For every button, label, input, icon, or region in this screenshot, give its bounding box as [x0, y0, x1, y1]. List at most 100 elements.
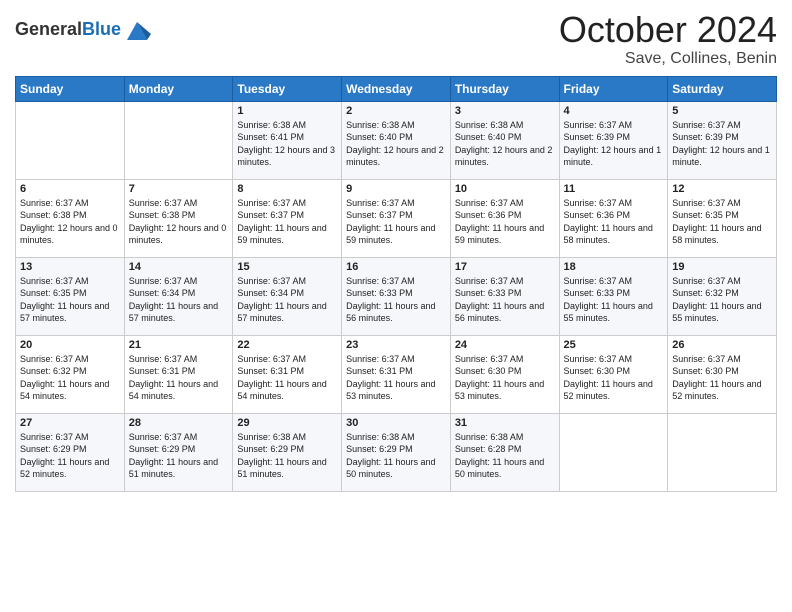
day-number: 2	[346, 105, 446, 117]
sunrise-text: Sunrise: 6:37 AM	[672, 197, 772, 210]
sunset-text: Sunset: 6:29 PM	[346, 443, 446, 456]
sunset-text: Sunset: 6:37 PM	[237, 209, 337, 222]
sunrise-text: Sunrise: 6:37 AM	[564, 119, 664, 132]
sunset-text: Sunset: 6:31 PM	[237, 365, 337, 378]
table-row: 17 Sunrise: 6:37 AMSunset: 6:33 PMDayligh…	[450, 257, 559, 335]
table-row	[124, 101, 233, 179]
table-row: 3 Sunrise: 6:38 AMSunset: 6:40 PMDaylight…	[450, 101, 559, 179]
calendar-week-row: 27Sunrise: 6:37 AMSunset: 6:29 PMDayligh…	[16, 413, 777, 491]
sunrise-text: Sunrise: 6:37 AM	[346, 275, 446, 288]
sunrise-text: Sunrise: 6:37 AM	[564, 275, 664, 288]
day-info: Sunrise: 6:37 AMSunset: 6:31 PMDaylight:…	[129, 353, 229, 403]
sunrise-text: Sunrise: 6:37 AM	[20, 431, 120, 444]
table-row	[559, 413, 668, 491]
header-wednesday: Wednesday	[342, 76, 451, 101]
day-info: Sunrise: 6:37 AMSunset: 6:37 PMDaylight:…	[237, 197, 337, 247]
table-row: 19Sunrise: 6:37 AMSunset: 6:32 PMDayligh…	[668, 257, 777, 335]
day-number: 24	[455, 339, 555, 351]
daylight-text: Daylight: 12 hours and 2 minutes.	[455, 144, 555, 169]
sunset-text: Sunset: 6:39 PM	[564, 131, 664, 144]
sunrise-text: Sunrise: 6:37 AM	[237, 197, 337, 210]
sunset-text: Sunset: 6:31 PM	[129, 365, 229, 378]
sunset-text: Sunset: 6:38 PM	[20, 209, 120, 222]
sunrise-text: Sunrise: 6:38 AM	[455, 119, 555, 132]
sunset-text: Sunset: 6:30 PM	[672, 365, 772, 378]
daylight-text: Daylight: 11 hours and 50 minutes.	[346, 456, 446, 481]
day-info: Sunrise: 6:38 AMSunset: 6:40 PMDaylight:…	[346, 119, 446, 169]
sunset-text: Sunset: 6:34 PM	[129, 287, 229, 300]
calendar-table: Sunday Monday Tuesday Wednesday Thursday…	[15, 76, 777, 492]
sunrise-text: Sunrise: 6:37 AM	[346, 353, 446, 366]
sunrise-text: Sunrise: 6:37 AM	[129, 431, 229, 444]
location-subtitle: Save, Collines, Benin	[559, 50, 777, 68]
day-info: Sunrise: 6:37 AMSunset: 6:33 PMDaylight:…	[455, 275, 555, 325]
day-info: Sunrise: 6:37 AMSunset: 6:39 PMDaylight:…	[672, 119, 772, 169]
daylight-text: Daylight: 11 hours and 59 minutes.	[346, 222, 446, 247]
table-row: 25Sunrise: 6:37 AMSunset: 6:30 PMDayligh…	[559, 335, 668, 413]
day-info: Sunrise: 6:37 AMSunset: 6:31 PMDaylight:…	[346, 353, 446, 403]
page-header: GeneralBlue October 2024 Save, Collines,…	[15, 10, 777, 68]
day-number: 6	[20, 183, 120, 195]
sunset-text: Sunset: 6:36 PM	[455, 209, 555, 222]
table-row: 7Sunrise: 6:37 AMSunset: 6:38 PMDaylight…	[124, 179, 233, 257]
daylight-text: Daylight: 11 hours and 50 minutes.	[455, 456, 555, 481]
day-number: 22	[237, 339, 337, 351]
table-row: 14Sunrise: 6:37 AMSunset: 6:34 PMDayligh…	[124, 257, 233, 335]
sunrise-text: Sunrise: 6:38 AM	[346, 119, 446, 132]
sunrise-text: Sunrise: 6:37 AM	[672, 353, 772, 366]
day-info: Sunrise: 6:37 AMSunset: 6:36 PMDaylight:…	[455, 197, 555, 247]
day-number: 8	[237, 183, 337, 195]
table-row: 23 Sunrise: 6:37 AMSunset: 6:31 PMDayligh…	[342, 335, 451, 413]
day-number: 3	[455, 105, 555, 117]
day-number: 14	[129, 261, 229, 273]
sunrise-text: Sunrise: 6:37 AM	[564, 353, 664, 366]
sunset-text: Sunset: 6:37 PM	[346, 209, 446, 222]
day-number: 10	[455, 183, 555, 195]
sunset-text: Sunset: 6:36 PM	[564, 209, 664, 222]
day-number: 11	[564, 183, 664, 195]
table-row: 22Sunrise: 6:37 AMSunset: 6:31 PMDayligh…	[233, 335, 342, 413]
sunrise-text: Sunrise: 6:37 AM	[455, 353, 555, 366]
daylight-text: Daylight: 12 hours and 1 minute.	[672, 144, 772, 169]
day-info: Sunrise: 6:38 AMSunset: 6:41 PMDaylight:…	[237, 119, 337, 169]
table-row: 27Sunrise: 6:37 AMSunset: 6:29 PMDayligh…	[16, 413, 125, 491]
header-tuesday: Tuesday	[233, 76, 342, 101]
day-info: Sunrise: 6:37 AMSunset: 6:34 PMDaylight:…	[237, 275, 337, 325]
day-number: 30	[346, 417, 446, 429]
sunset-text: Sunset: 6:31 PM	[346, 365, 446, 378]
month-year-title: October 2024	[559, 10, 777, 50]
daylight-text: Daylight: 11 hours and 58 minutes.	[564, 222, 664, 247]
day-info: Sunrise: 6:37 AMSunset: 6:30 PMDaylight:…	[455, 353, 555, 403]
daylight-text: Daylight: 11 hours and 51 minutes.	[237, 456, 337, 481]
sunset-text: Sunset: 6:29 PM	[20, 443, 120, 456]
table-row: 15Sunrise: 6:37 AMSunset: 6:34 PMDayligh…	[233, 257, 342, 335]
sunrise-text: Sunrise: 6:37 AM	[129, 275, 229, 288]
table-row: 5Sunrise: 6:37 AMSunset: 6:39 PMDaylight…	[668, 101, 777, 179]
sunrise-text: Sunrise: 6:37 AM	[455, 197, 555, 210]
sunset-text: Sunset: 6:30 PM	[455, 365, 555, 378]
daylight-text: Daylight: 11 hours and 58 minutes.	[672, 222, 772, 247]
day-info: Sunrise: 6:37 AMSunset: 6:29 PMDaylight:…	[129, 431, 229, 481]
sunset-text: Sunset: 6:40 PM	[455, 131, 555, 144]
sunrise-text: Sunrise: 6:38 AM	[455, 431, 555, 444]
day-info: Sunrise: 6:37 AMSunset: 6:32 PMDaylight:…	[672, 275, 772, 325]
daylight-text: Daylight: 11 hours and 57 minutes.	[20, 300, 120, 325]
sunrise-text: Sunrise: 6:38 AM	[237, 431, 337, 444]
day-number: 26	[672, 339, 772, 351]
calendar-week-row: 1Sunrise: 6:38 AMSunset: 6:41 PMDaylight…	[16, 101, 777, 179]
sunrise-text: Sunrise: 6:37 AM	[129, 353, 229, 366]
day-number: 12	[672, 183, 772, 195]
calendar-week-row: 13Sunrise: 6:37 AMSunset: 6:35 PMDayligh…	[16, 257, 777, 335]
day-number: 23	[346, 339, 446, 351]
table-row	[16, 101, 125, 179]
sunrise-text: Sunrise: 6:37 AM	[20, 275, 120, 288]
title-block: October 2024 Save, Collines, Benin	[559, 10, 777, 68]
day-number: 21	[129, 339, 229, 351]
sunset-text: Sunset: 6:29 PM	[237, 443, 337, 456]
sunset-text: Sunset: 6:41 PM	[237, 131, 337, 144]
sunrise-text: Sunrise: 6:37 AM	[564, 197, 664, 210]
day-info: Sunrise: 6:37 AMSunset: 6:38 PMDaylight:…	[129, 197, 229, 247]
day-number: 17	[455, 261, 555, 273]
sunrise-text: Sunrise: 6:37 AM	[237, 275, 337, 288]
sunrise-text: Sunrise: 6:38 AM	[346, 431, 446, 444]
